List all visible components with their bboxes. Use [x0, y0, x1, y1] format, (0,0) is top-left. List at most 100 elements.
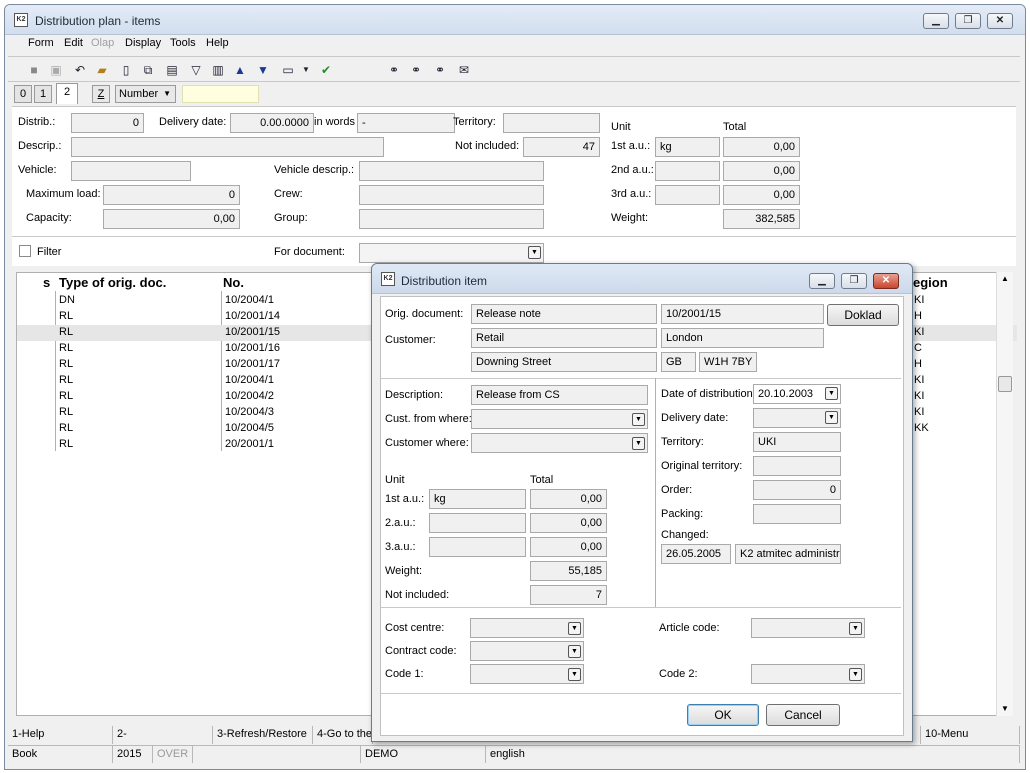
- mail-icon[interactable]: ✉: [456, 62, 472, 78]
- menu-olap[interactable]: Olap: [91, 37, 114, 49]
- dialog-territory-field[interactable]: UKI: [753, 432, 841, 452]
- customer-field[interactable]: Retail: [471, 328, 657, 348]
- chevron-down-icon[interactable]: ▼: [568, 668, 581, 681]
- city-field[interactable]: London: [661, 328, 824, 348]
- sort-value-input[interactable]: [182, 85, 259, 103]
- dialog-close-button[interactable]: ✕: [873, 273, 899, 289]
- chevron-down-icon[interactable]: ▼: [825, 411, 838, 424]
- changed-by-field[interactable]: K2 atmitec administrat: [735, 544, 841, 564]
- contract-code-select[interactable]: [470, 641, 584, 661]
- tab-2[interactable]: 2: [56, 83, 78, 104]
- col-header-no[interactable]: No.: [223, 275, 244, 290]
- chevron-down-icon[interactable]: ▼: [849, 622, 862, 635]
- f4-goto[interactable]: 4-Go to the: [313, 726, 373, 744]
- dialog-au3-unit[interactable]: [429, 537, 526, 557]
- save-icon[interactable]: ■: [26, 62, 42, 78]
- dialog-au1-total[interactable]: 0,00: [530, 489, 607, 509]
- dialog-weight-field[interactable]: 55,185: [530, 561, 607, 581]
- book-icon[interactable]: ▤: [164, 62, 180, 78]
- cancel-button[interactable]: Cancel: [766, 704, 840, 726]
- chevron-down-icon[interactable]: ▼: [568, 645, 581, 658]
- cust-from-select[interactable]: [471, 409, 648, 429]
- code2-select[interactable]: [751, 664, 865, 684]
- filter-checkbox[interactable]: [19, 245, 31, 257]
- chevron-down-icon[interactable]: ▼: [825, 387, 838, 400]
- vehicle-field[interactable]: [71, 161, 191, 181]
- binoculars-next-icon[interactable]: ⚭: [408, 62, 424, 78]
- f1-help[interactable]: 1-Help: [8, 726, 113, 744]
- country-field[interactable]: GB: [661, 352, 696, 372]
- menu-form[interactable]: Form: [28, 37, 54, 49]
- dialog-au3-total[interactable]: 0,00: [530, 537, 607, 557]
- menu-edit[interactable]: Edit: [64, 37, 83, 49]
- undo-icon[interactable]: ↶: [72, 62, 88, 78]
- orig-doc-field[interactable]: Release note: [471, 304, 657, 324]
- menu-help[interactable]: Help: [206, 37, 229, 49]
- sort-select[interactable]: Number ▼: [115, 85, 176, 103]
- f10-menu[interactable]: 10-Menu: [920, 726, 1020, 744]
- description-field[interactable]: Release from CS: [471, 385, 648, 405]
- dialog-minimize-button[interactable]: ▁: [809, 273, 835, 289]
- max-load-field[interactable]: 0: [103, 185, 240, 205]
- menu-tools[interactable]: Tools: [170, 37, 196, 49]
- delete-icon[interactable]: ▥: [210, 62, 226, 78]
- ok-button[interactable]: OK: [687, 704, 759, 726]
- code1-select[interactable]: [470, 664, 584, 684]
- tab-0[interactable]: 0: [14, 85, 32, 103]
- copy-icon[interactable]: ⧉: [140, 62, 156, 78]
- grid-scrollbar[interactable]: ▲ ▼: [996, 272, 1013, 716]
- chevron-down-icon[interactable]: ▼: [632, 413, 645, 426]
- scroll-thumb[interactable]: [998, 376, 1012, 392]
- article-code-select[interactable]: [751, 618, 865, 638]
- arrow-down-icon[interactable]: ▼: [255, 62, 271, 78]
- binoculars-icon[interactable]: ⚭: [386, 62, 402, 78]
- weight-field[interactable]: 382,585: [723, 209, 800, 229]
- filter-icon[interactable]: ▽: [188, 62, 204, 78]
- new-icon[interactable]: ▯: [118, 62, 134, 78]
- vehicle-descrip-field[interactable]: [359, 161, 544, 181]
- maximize-button[interactable]: ❐: [955, 13, 981, 29]
- cust-where-select[interactable]: [471, 433, 648, 453]
- dialog-not-included-field[interactable]: 7: [530, 585, 607, 605]
- not-included-field[interactable]: 47: [523, 137, 600, 157]
- minimize-button[interactable]: ▁: [923, 13, 949, 29]
- in-words-field[interactable]: -: [357, 113, 455, 133]
- postcode-field[interactable]: W1H 7BY: [699, 352, 757, 372]
- order-field[interactable]: 0: [753, 480, 841, 500]
- distrib-field[interactable]: 0: [71, 113, 144, 133]
- au2-unit-field[interactable]: [655, 161, 720, 181]
- capacity-field[interactable]: 0,00: [103, 209, 240, 229]
- dropdown-icon[interactable]: ▼: [298, 62, 314, 78]
- chevron-down-icon[interactable]: ▼: [568, 622, 581, 635]
- for-document-select[interactable]: [359, 243, 544, 263]
- tab-1[interactable]: 1: [34, 85, 52, 103]
- open-icon[interactable]: ▰: [94, 62, 110, 78]
- folder-icon[interactable]: ▭: [280, 62, 296, 78]
- scroll-down-icon[interactable]: ▼: [1001, 704, 1009, 713]
- cost-centre-select[interactable]: [470, 618, 584, 638]
- au2-total-field[interactable]: 0,00: [723, 161, 800, 181]
- chevron-down-icon[interactable]: ▼: [528, 246, 541, 259]
- delivery-date-field[interactable]: 0.00.0000: [230, 113, 314, 133]
- orig-territory-field[interactable]: [753, 456, 841, 476]
- menu-display[interactable]: Display: [125, 37, 161, 49]
- chevron-down-icon[interactable]: ▼: [849, 668, 862, 681]
- dialog-au1-unit[interactable]: kg: [429, 489, 526, 509]
- f3-refresh[interactable]: 3-Refresh/Restore: [213, 726, 313, 744]
- arrow-up-icon[interactable]: ▲: [232, 62, 248, 78]
- territory-field[interactable]: [503, 113, 600, 133]
- scroll-up-icon[interactable]: ▲: [1001, 274, 1009, 283]
- dialog-au2-unit[interactable]: [429, 513, 526, 533]
- close-button[interactable]: ✕: [987, 13, 1013, 29]
- au1-total-field[interactable]: 0,00: [723, 137, 800, 157]
- dialog-au2-total[interactable]: 0,00: [530, 513, 607, 533]
- check-icon[interactable]: ✔: [318, 62, 334, 78]
- col-header-region[interactable]: egion: [913, 275, 948, 290]
- packing-field[interactable]: [753, 504, 841, 524]
- z-button[interactable]: Z: [92, 85, 110, 103]
- au3-unit-field[interactable]: [655, 185, 720, 205]
- chevron-down-icon[interactable]: ▼: [632, 437, 645, 450]
- binoculars-prev-icon[interactable]: ⚭: [432, 62, 448, 78]
- au3-total-field[interactable]: 0,00: [723, 185, 800, 205]
- doklad-button[interactable]: Doklad: [827, 304, 899, 326]
